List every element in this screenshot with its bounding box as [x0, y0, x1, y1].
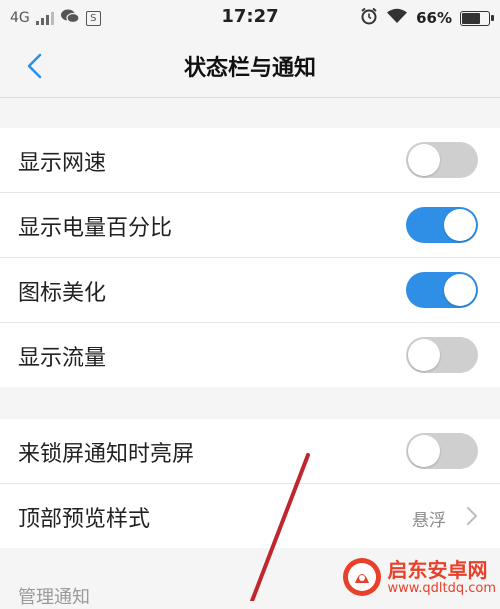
setting-row-network-speed[interactable]: 显示网速 — [0, 128, 500, 193]
setting-label: 显示网速 — [18, 151, 107, 176]
toggle-knob — [408, 144, 440, 176]
setting-row-wake-screen[interactable]: 来锁屏通知时亮屏 — [0, 419, 500, 484]
battery-percent-toggle[interactable] — [406, 207, 478, 243]
nav-bar: 状态栏与通知 — [0, 36, 500, 98]
setting-label: 显示电量百分比 — [18, 216, 173, 241]
manage-notifications-header: 管理通知 — [18, 587, 90, 608]
setting-row-battery-percent[interactable]: 显示电量百分比 — [0, 193, 500, 258]
setting-row-data-usage[interactable]: 显示流量 — [0, 323, 500, 387]
battery-level — [462, 12, 481, 24]
status-bar: 4G S 17:27 66% — [0, 0, 500, 36]
setting-label: 来锁屏通知时亮屏 — [18, 442, 195, 467]
toggle-knob — [408, 339, 440, 371]
wifi-icon — [386, 8, 408, 28]
network-speed-toggle[interactable] — [406, 142, 478, 178]
page-title: 状态栏与通知 — [183, 56, 316, 81]
toggle-knob — [444, 209, 476, 241]
watermark-url: www.qdltdq.com — [387, 580, 496, 596]
watermark: 启东安卓网 www.qdltdq.com — [342, 557, 496, 597]
setting-row-preview-style[interactable]: 顶部预览样式 悬浮 — [0, 484, 500, 548]
watermark-name: 启东安卓网 — [387, 557, 488, 582]
setting-row-icon-beautify[interactable]: 图标美化 — [0, 258, 500, 323]
settings-section-statusbar: 显示网速 显示电量百分比 图标美化 显示流量 — [0, 128, 500, 387]
preview-style-value: 悬浮 — [412, 511, 446, 531]
settings-section-notifications: 来锁屏通知时亮屏 顶部预览样式 悬浮 — [0, 419, 500, 548]
setting-label: 图标美化 — [18, 281, 107, 306]
toggle-knob — [444, 274, 476, 306]
data-usage-toggle[interactable] — [406, 337, 478, 373]
watermark-logo — [342, 558, 381, 596]
watermark-text: 启东安卓网 www.qdltdq.com — [388, 559, 496, 596]
battery-percent: 66% — [416, 9, 452, 27]
setting-label: 顶部预览样式 — [18, 507, 151, 532]
icon-beautify-toggle[interactable] — [406, 272, 478, 308]
status-right: 66% — [360, 7, 494, 29]
battery-icon — [460, 10, 494, 26]
chevron-right-icon — [467, 507, 478, 525]
alarm-icon — [360, 7, 378, 29]
wake-screen-toggle[interactable] — [406, 433, 478, 469]
setting-label: 显示流量 — [18, 346, 107, 371]
toggle-knob — [408, 435, 440, 467]
